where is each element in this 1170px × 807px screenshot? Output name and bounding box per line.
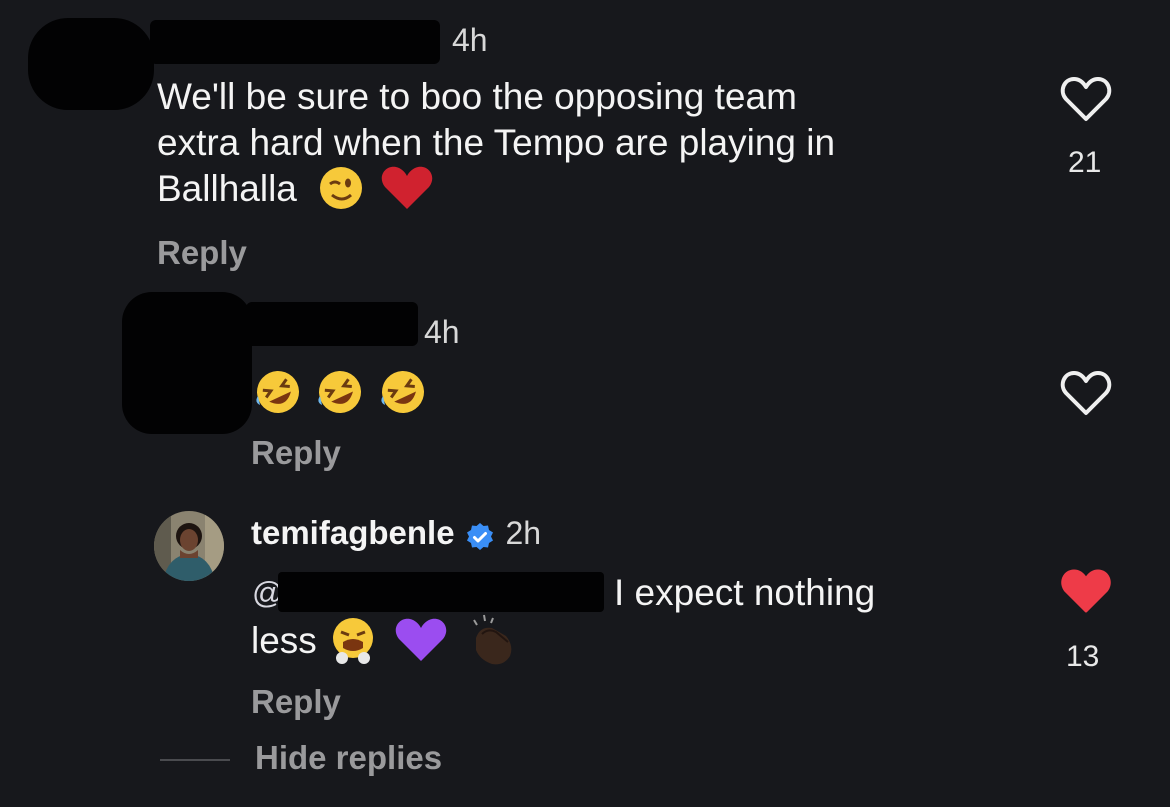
redacted-username: [150, 20, 440, 64]
rofl-emoji-icon: [318, 371, 362, 413]
rofl-emoji-icon: [256, 371, 299, 413]
comment-text: We'll be sure to boo the opposing team e…: [157, 74, 1017, 213]
redacted-mention: [278, 572, 604, 612]
comment-time: 4h: [452, 22, 488, 58]
liked-heart-icon[interactable]: [1058, 566, 1114, 616]
comment-text-line: We'll be sure to boo the opposing team: [157, 76, 797, 117]
reply-button[interactable]: Reply: [251, 434, 341, 472]
hide-replies-divider: [160, 759, 230, 761]
comment-text-word: less: [251, 620, 317, 661]
like-count: 21: [1068, 146, 1102, 179]
redacted-avatar: [122, 292, 252, 434]
comment-time: 2h: [505, 515, 542, 551]
comment-time: 4h: [424, 314, 460, 350]
like-heart-icon[interactable]: [1058, 368, 1114, 418]
like-heart-icon[interactable]: [1058, 74, 1114, 124]
username[interactable]: temifagbenle: [251, 514, 455, 551]
comment-text-line: extra hard when the Tempo are playing in: [157, 122, 836, 163]
hide-replies-button[interactable]: Hide replies: [255, 739, 442, 777]
clapping-hands-emoji-icon: [472, 615, 511, 665]
purple-heart-emoji-icon: [396, 618, 447, 662]
rofl-emoji-icon: [381, 371, 424, 413]
comment-text-line: Ballhalla: [157, 166, 1017, 213]
avatar[interactable]: [153, 510, 225, 582]
comments-screen: { "comments": [ { "time": "4h", "text": …: [0, 0, 1170, 807]
redacted-username: [246, 302, 418, 346]
reply-button[interactable]: Reply: [251, 683, 341, 721]
comment-emojis: [252, 366, 429, 418]
like-count: 13: [1066, 640, 1100, 673]
verified-badge-icon: [467, 522, 493, 550]
red-heart-emoji-icon: [382, 166, 433, 210]
reply-button[interactable]: Reply: [157, 234, 247, 272]
comment-text-line: I expect nothing: [614, 572, 876, 613]
redacted-avatar: [28, 18, 154, 110]
steam-nose-emoji-icon: [333, 618, 374, 665]
comment-text-line: less: [251, 615, 520, 666]
comment-text-word: Ballhalla: [157, 168, 297, 209]
comment-header: temifagbenle 2h: [251, 514, 541, 552]
wink-emoji-icon: [320, 167, 363, 210]
